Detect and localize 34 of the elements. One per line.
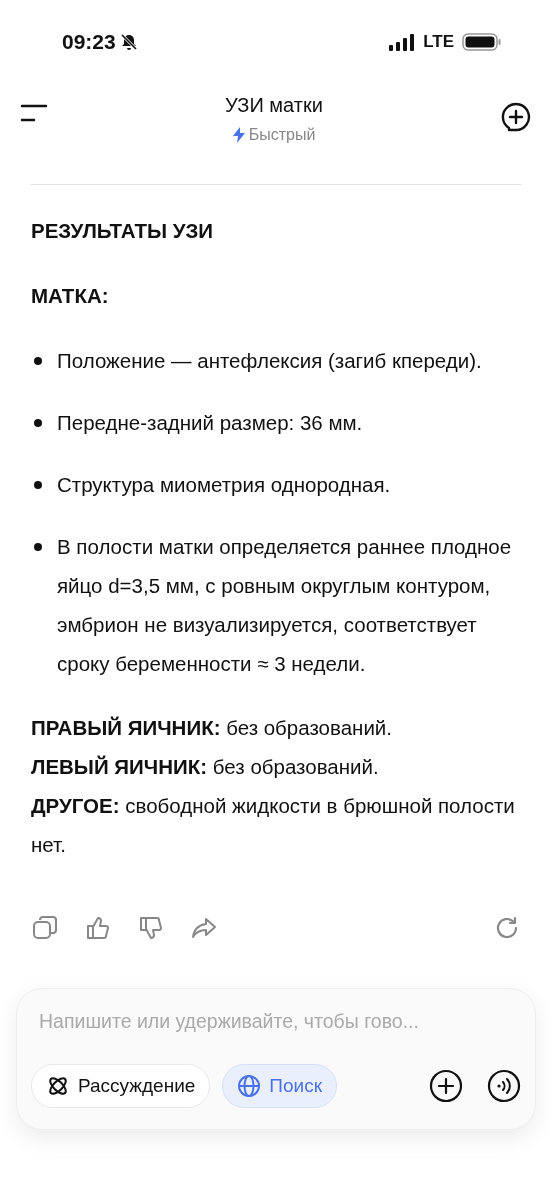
result-line: ПРАВЫЙ ЯИЧНИК: без образований. — [31, 715, 393, 741]
bell-muted-icon — [119, 32, 138, 51]
section-heading: РЕЗУЛЬТАТЫ УЗИ — [31, 218, 215, 244]
section-heading: МАТКА: — [31, 283, 110, 309]
bullet-icon — [34, 481, 42, 489]
voice-icon[interactable] — [487, 1069, 521, 1104]
bullet-icon — [34, 543, 42, 551]
message-input[interactable]: Напишите или удерживайте, чтобы гово... — [31, 1007, 521, 1037]
toggle-button[interactable]: Поиск — [222, 1064, 337, 1109]
copy-icon[interactable] — [32, 915, 58, 941]
mode-label[interactable]: Быстрый — [248, 123, 316, 147]
lightning-icon — [232, 127, 245, 143]
thumbs-up-icon[interactable] — [85, 915, 111, 941]
chat-title: УЗИ матки — [225, 93, 323, 118]
add-icon[interactable] — [429, 1069, 463, 1104]
battery-icon — [462, 31, 502, 52]
refresh-icon[interactable] — [494, 915, 520, 941]
toggle-button[interactable]: Рассуждение — [31, 1064, 211, 1109]
menu-icon[interactable] — [20, 104, 48, 122]
bullet-text: Положение — антефлексия (загиб кпереди). — [57, 348, 482, 374]
signal-icon — [389, 32, 416, 51]
bullet-text: Структура миометрия однородная. — [57, 472, 391, 498]
share-icon[interactable] — [191, 915, 217, 941]
result-line: ЛЕВЫЙ ЯИЧНИК: без образований. — [31, 754, 380, 780]
bullet-icon — [34, 357, 42, 365]
bullet-text: Передне-задний размер: 36 мм. — [57, 410, 363, 436]
status-time: 09:23 — [62, 28, 116, 55]
bullet-text: В полости матки определяется раннее плодное яйцо d=3,5 мм, с ровным округлым контуром, эмбрион не визуализируется, соответствует сроку беременности ≈ 3 недели. — [57, 534, 513, 677]
globe-icon — [237, 1074, 262, 1099]
new-chat-icon[interactable] — [500, 101, 532, 133]
bullet-icon — [34, 419, 42, 427]
network-label: LTE — [423, 30, 454, 53]
thumbs-down-icon[interactable] — [138, 915, 164, 941]
result-line: ДРУГОЕ: свободной жидкости в брюшной полости нет. — [31, 793, 516, 858]
